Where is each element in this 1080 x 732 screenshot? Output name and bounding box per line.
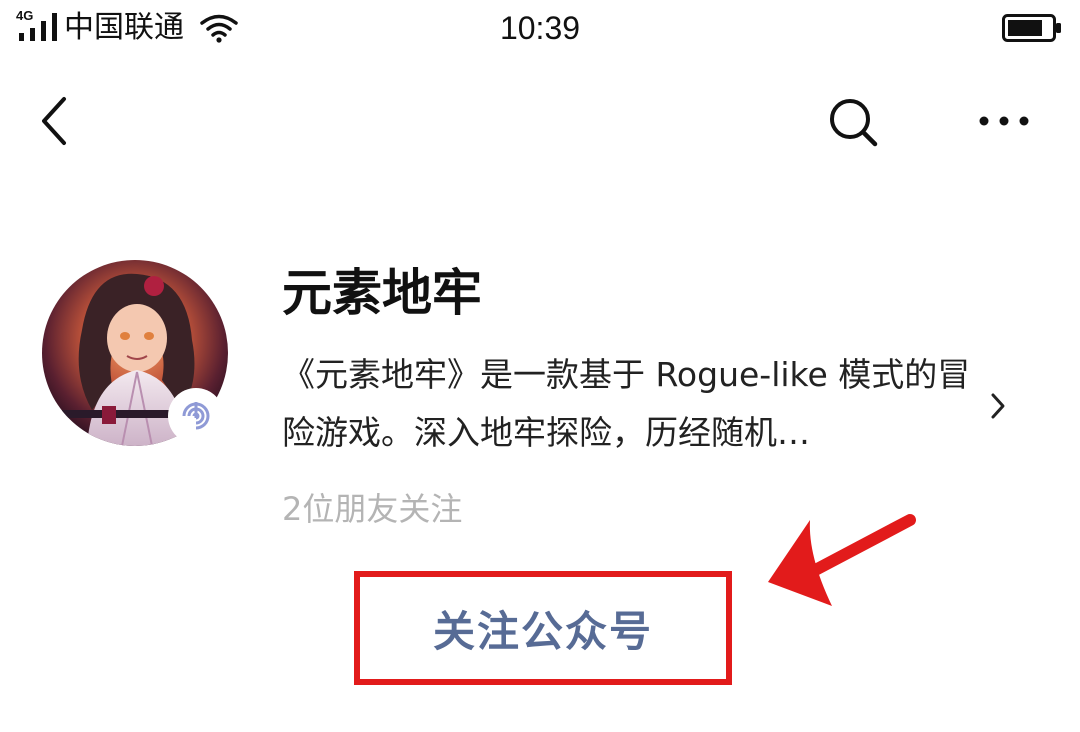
- account-description: 《元素地牢》是一款基于 Rogue-like 模式的冒险游戏。深入地牢探险，历经…: [282, 355, 971, 452]
- status-bar: 4G 中国联通 10:39: [0, 0, 1080, 60]
- chevron-right-icon: [991, 393, 1005, 419]
- friends-following-count: 2位朋友关注: [282, 490, 463, 528]
- follow-account-button[interactable]: 关注公众号: [354, 571, 732, 685]
- account-intro-link[interactable]: 《元素地牢》是一款基于 Rogue-like 模式的冒险游戏。深入地牢探险，历经…: [276, 346, 1016, 466]
- battery-icon: [1002, 14, 1061, 42]
- follow-button-label: 关注公众号: [432, 606, 653, 656]
- red-arrow-annotation-icon: [768, 514, 916, 606]
- verified-badge-icon: [168, 388, 224, 444]
- status-time: 10:39: [499, 10, 581, 46]
- search-icon[interactable]: [826, 96, 882, 148]
- official-account-page: 4G 中国联通 10:39 元素地牢 《元素地牢》是一款基于 Rogue-lik…: [0, 0, 1080, 732]
- more-icon[interactable]: [976, 112, 1032, 130]
- account-name: 元素地牢: [282, 264, 482, 322]
- back-icon[interactable]: [34, 94, 74, 148]
